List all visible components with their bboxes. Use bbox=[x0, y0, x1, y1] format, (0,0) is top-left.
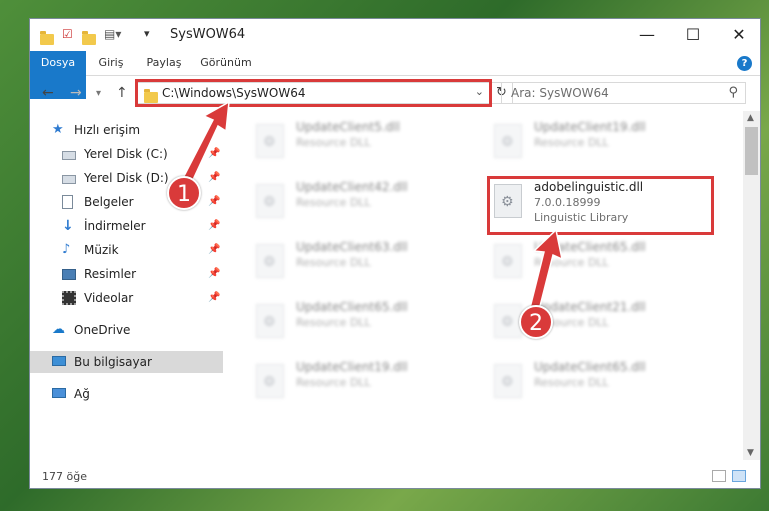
step-2-badge: 2 bbox=[519, 305, 553, 339]
search-icon[interactable]: ⚲ bbox=[728, 85, 738, 100]
navigation-pane: ★ Hızlı erişim Yerel Disk (C:) 📌 Yerel D… bbox=[30, 114, 225, 459]
dll-file-icon bbox=[494, 364, 522, 398]
file-highlight-box bbox=[487, 176, 714, 235]
scroll-thumb[interactable] bbox=[745, 127, 758, 175]
file-item[interactable]: UpdateClient63.dll Resource DLL bbox=[250, 236, 450, 284]
dll-file-icon bbox=[494, 244, 522, 278]
folder-icon[interactable] bbox=[40, 27, 54, 45]
dropdown-arrow-icon[interactable]: ▾ bbox=[144, 27, 150, 43]
properties-icon[interactable]: ☑ bbox=[62, 27, 73, 43]
step-1-badge: 1 bbox=[167, 176, 201, 210]
dll-file-icon bbox=[256, 304, 284, 338]
address-highlight-box bbox=[135, 79, 492, 107]
star-icon: ★ bbox=[52, 122, 64, 137]
dll-file-icon bbox=[256, 124, 284, 158]
file-list: UpdateClient5.dll Resource DLL UpdateCli… bbox=[226, 114, 740, 459]
network-icon bbox=[52, 388, 66, 398]
window-title: SysWOW64 bbox=[170, 27, 246, 42]
pin-icon[interactable]: 📌 bbox=[208, 220, 220, 231]
tab-view[interactable]: Görünüm bbox=[198, 51, 254, 75]
file-item[interactable]: UpdateClient19.dll Resource DLL bbox=[250, 356, 450, 404]
file-item[interactable]: UpdateClient5.dll Resource DLL bbox=[250, 116, 450, 164]
file-item[interactable]: UpdateClient65.dll Resource DLL bbox=[250, 296, 450, 344]
help-icon[interactable]: ? bbox=[737, 56, 752, 71]
vertical-scrollbar[interactable]: ▲ ▼ bbox=[743, 111, 760, 460]
dll-file-icon bbox=[494, 124, 522, 158]
pin-icon[interactable]: 📌 bbox=[208, 244, 220, 255]
pictures-icon bbox=[62, 269, 76, 280]
status-bar: 177 öğe bbox=[30, 466, 760, 488]
dll-file-icon bbox=[256, 184, 284, 218]
new-folder-icon[interactable] bbox=[82, 27, 96, 45]
tab-home[interactable]: Giriş bbox=[94, 51, 128, 75]
file-item[interactable]: UpdateClient42.dll Resource DLL bbox=[250, 176, 450, 224]
drive-icon bbox=[62, 151, 76, 160]
pin-icon[interactable]: 📌 bbox=[208, 292, 220, 303]
close-button[interactable]: ✕ bbox=[716, 19, 762, 51]
item-count: 177 öğe bbox=[42, 470, 87, 483]
file-item[interactable]: UpdateClient19.dll Resource DLL bbox=[488, 116, 688, 164]
customize-toolbar-icon[interactable]: ▤▾ bbox=[104, 27, 121, 43]
file-item[interactable]: UpdateClient21.dll Resource DLL bbox=[488, 296, 688, 344]
navigation-bar: ← → ▾ ↑ C:\Windows\SysWOW64 ⌄ ↻ Ara: Sys… bbox=[30, 76, 760, 110]
scroll-down-icon[interactable]: ▼ bbox=[747, 448, 754, 458]
dll-file-icon bbox=[256, 244, 284, 278]
ribbon: Dosya Giriş Paylaş Görünüm ? bbox=[30, 51, 760, 99]
maximize-button[interactable]: ☐ bbox=[670, 19, 716, 51]
cloud-icon: ☁ bbox=[52, 322, 65, 337]
drive-icon bbox=[62, 175, 76, 184]
up-icon[interactable]: ↑ bbox=[116, 85, 128, 101]
back-icon[interactable]: ← bbox=[42, 85, 54, 101]
details-view-icon[interactable] bbox=[712, 470, 726, 482]
dll-file-icon bbox=[494, 304, 522, 338]
videos-icon bbox=[62, 291, 76, 305]
dll-file-icon bbox=[256, 364, 284, 398]
documents-icon bbox=[62, 195, 73, 209]
search-placeholder: Ara: SysWOW64 bbox=[511, 86, 609, 100]
title-bar: ☑ ▤▾ ▾ SysWOW64 — ☐ ✕ bbox=[30, 19, 760, 51]
minimize-button[interactable]: — bbox=[624, 19, 670, 51]
tab-share[interactable]: Paylaş bbox=[144, 51, 184, 75]
computer-icon bbox=[52, 356, 66, 366]
pin-icon[interactable]: 📌 bbox=[208, 172, 220, 183]
file-item[interactable]: UpdateClient65.dll Resource DLL bbox=[488, 356, 688, 404]
music-icon: ♪ bbox=[62, 242, 71, 257]
tiles-view-icon[interactable] bbox=[732, 470, 746, 482]
file-item[interactable]: UpdateClient65.dll Resource DLL bbox=[488, 236, 688, 284]
downloads-icon: ↓ bbox=[62, 218, 74, 234]
explorer-window: ☑ ▤▾ ▾ SysWOW64 — ☐ ✕ Dosya Giriş Paylaş… bbox=[29, 18, 761, 489]
pin-icon[interactable]: 📌 bbox=[208, 268, 220, 279]
pin-icon[interactable]: 📌 bbox=[208, 148, 220, 159]
scroll-up-icon[interactable]: ▲ bbox=[747, 113, 754, 123]
recent-dropdown-icon[interactable]: ▾ bbox=[96, 88, 101, 99]
pin-icon[interactable]: 📌 bbox=[208, 196, 220, 207]
search-input[interactable]: Ara: SysWOW64 ⚲ bbox=[501, 82, 746, 104]
forward-icon[interactable]: → bbox=[70, 85, 82, 101]
